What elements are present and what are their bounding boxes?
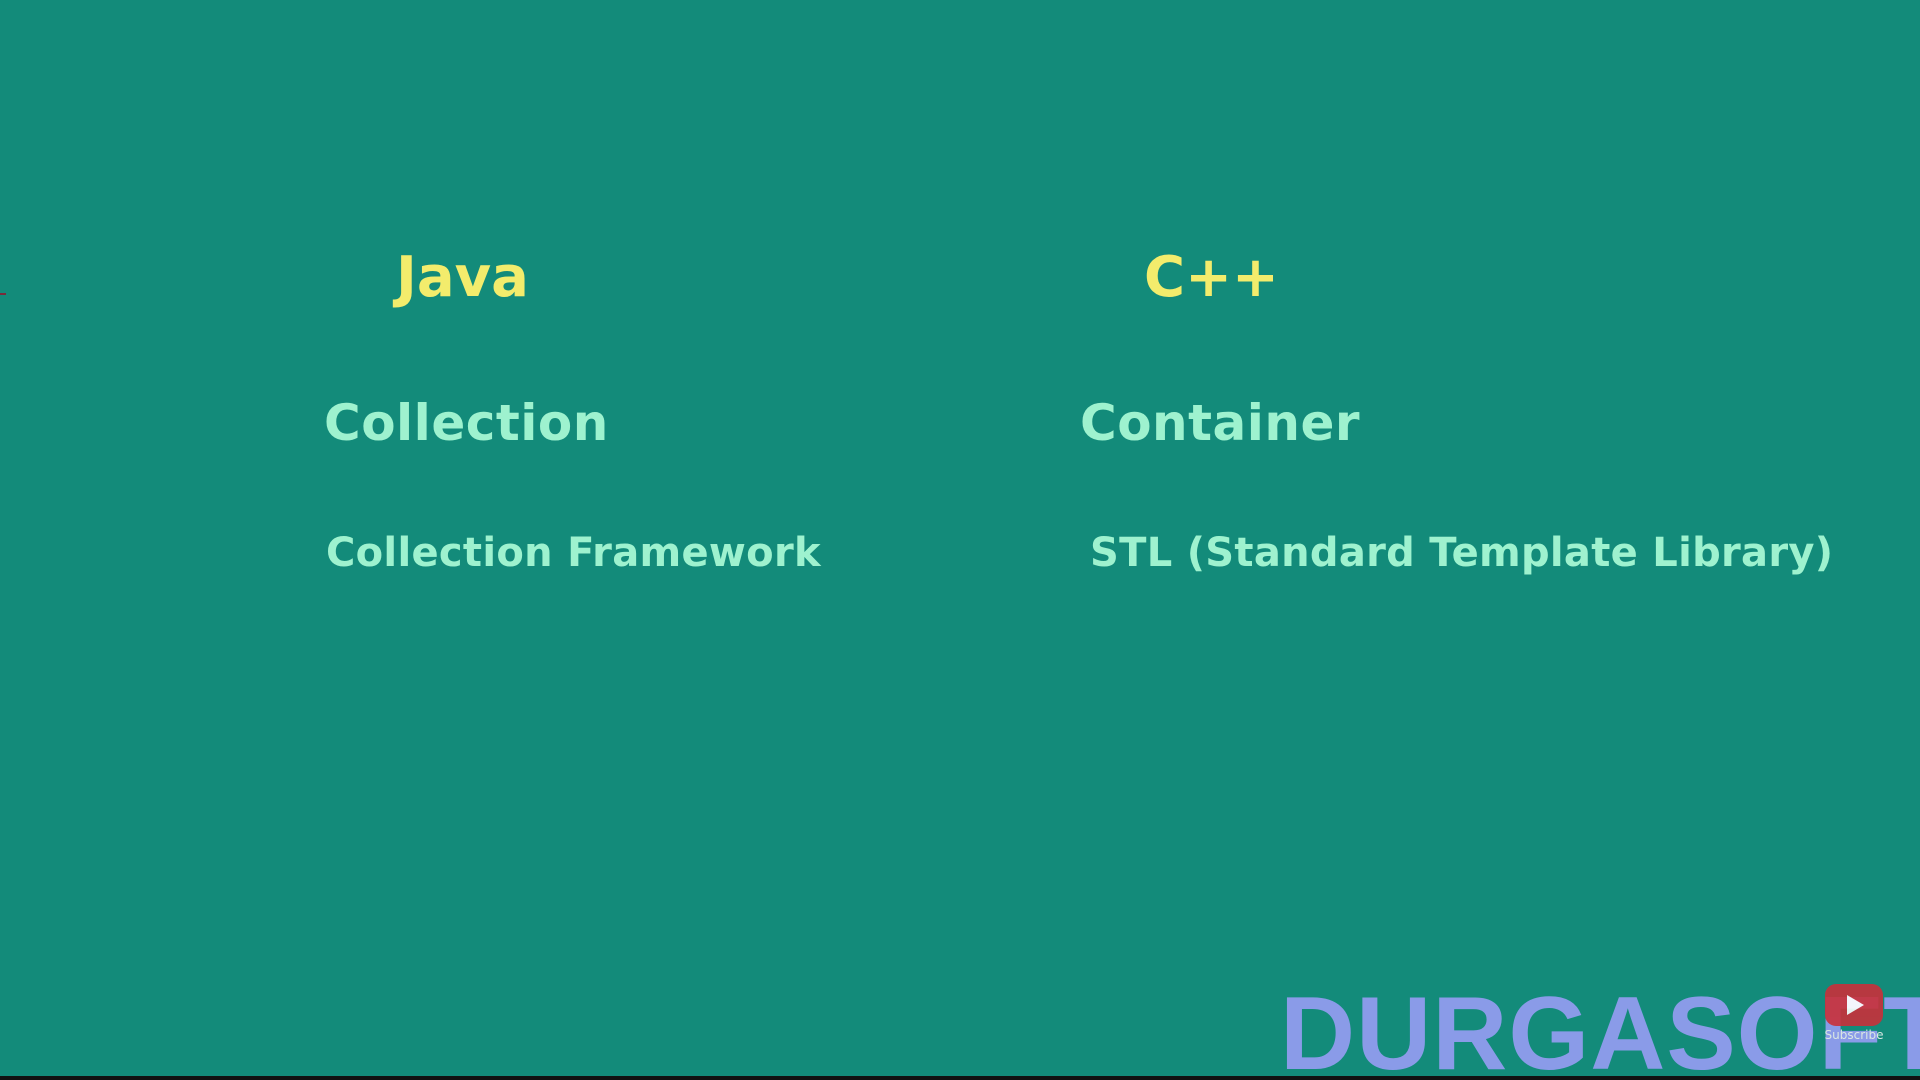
java-subtitle: Collection Framework [326, 530, 821, 576]
youtube-play-icon[interactable] [1825, 984, 1883, 1026]
edge-marker [0, 293, 6, 295]
cpp-term: Container [1080, 394, 1361, 452]
java-term: Collection [324, 394, 609, 452]
subscribe-button[interactable]: Subscribe [1824, 984, 1884, 1042]
cpp-subtitle: STL (Standard Template Library) [1090, 530, 1834, 576]
java-title: Java [396, 245, 529, 310]
slide-background: Java C++ Collection Container Collection… [0, 0, 1920, 1080]
bottom-border [0, 1076, 1920, 1080]
subscribe-label: Subscribe [1824, 1028, 1884, 1042]
cpp-title: C++ [1144, 245, 1279, 310]
